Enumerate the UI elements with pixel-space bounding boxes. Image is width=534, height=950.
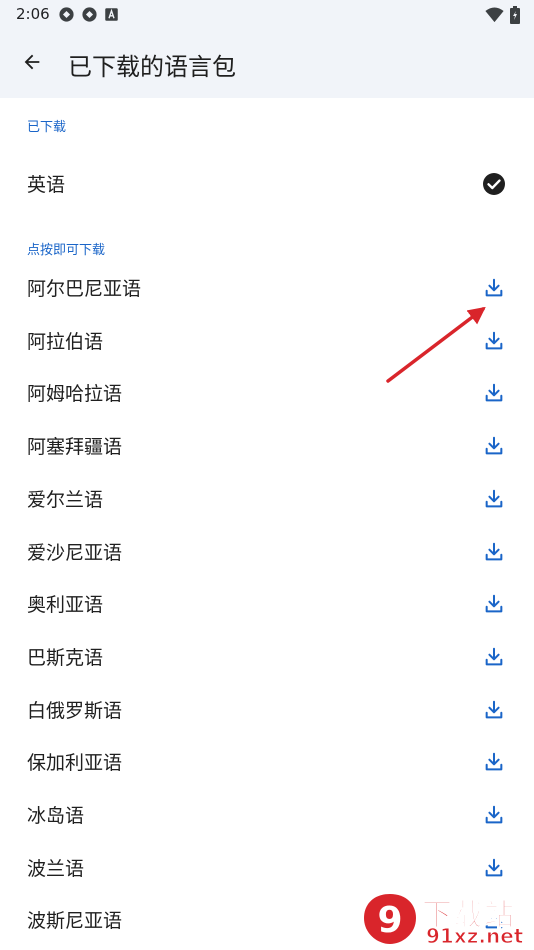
list-item[interactable]: 阿塞拜疆语 [0,420,534,472]
list-item-label: 波斯尼亚语 [27,910,123,933]
top-header: 2:06 已下载的语言包 [0,0,534,98]
section-header-available: 点按即可下载 [27,243,106,258]
list-item-label: 爱尔兰语 [27,488,104,511]
download-icon [485,753,503,771]
arrow-left-icon [24,54,40,70]
watermark-logo-text: 9 [377,900,402,941]
check-circle-icon [483,173,505,195]
download-icon [485,647,503,666]
list-item-label: 波兰语 [27,857,85,880]
list-item-label: 阿塞拜疆语 [27,436,123,459]
download-button[interactable] [480,854,508,882]
list-item[interactable]: 爱尔兰语 [0,473,534,525]
downloaded-indicator [480,170,508,198]
download-button[interactable] [480,432,508,460]
download-button[interactable] [480,643,508,671]
download-icon [485,542,503,560]
download-button[interactable] [480,379,508,407]
text-icon [105,8,118,21]
download-button[interactable] [480,590,508,618]
list-item[interactable]: 冰岛语 [0,789,534,841]
download-icon [485,278,503,297]
download-button[interactable] [480,801,508,829]
app-bar: 已下载的语言包 [0,36,534,88]
download-icon [485,858,503,877]
status-icons-left [58,6,119,23]
list-item[interactable]: 阿尔巴尼亚语 [0,262,534,314]
list-item-label: 奥利亚语 [27,594,104,617]
watermark-logo-icon: 9 [364,894,416,944]
list-item-label: 白俄罗斯语 [27,699,123,722]
list-item-label: 爱沙尼亚语 [27,541,123,564]
download-button[interactable] [480,538,508,566]
list-item[interactable]: 英语 [0,158,534,210]
download-icon [485,805,503,824]
watermark: 9 下载站 91xz.net [358,890,530,949]
sync-icon [59,7,74,22]
status-bar: 2:06 [0,0,534,30]
download-button[interactable] [480,274,508,302]
download-button[interactable] [480,327,508,355]
list-item-label: 英语 [27,174,66,196]
page-title: 已下载的语言包 [68,53,236,81]
list-item[interactable]: 爱沙尼亚语 [0,526,534,578]
download-icon [485,594,503,613]
list-item[interactable]: 阿姆哈拉语 [0,367,534,419]
list-item-label: 冰岛语 [27,805,85,827]
download-button[interactable] [480,696,508,724]
battery-icon [510,6,520,24]
download-icon [485,436,503,455]
sync-icon [82,7,97,22]
download-icon [485,489,503,508]
back-button[interactable] [14,46,50,78]
list-item[interactable]: 白俄罗斯语 [0,684,534,736]
list-item-label: 巴斯克语 [27,646,104,669]
list-item-label: 保加利亚语 [27,752,123,775]
download-icon [485,331,503,350]
download-icon [485,700,503,718]
download-button[interactable] [480,748,508,776]
download-icon [485,384,503,402]
status-time: 2:06 [16,5,50,23]
download-button[interactable] [480,485,508,513]
list-item[interactable]: 保加利亚语 [0,736,534,788]
status-icons-right [485,6,520,24]
list-item[interactable]: 奥利亚语 [0,578,534,630]
section-header-downloaded: 已下载 [27,120,67,135]
list-item-label: 阿拉伯语 [27,330,104,353]
list-item-label: 阿尔巴尼亚语 [27,278,142,300]
list-item[interactable]: 巴斯克语 [0,631,534,683]
list-item-label: 阿姆哈拉语 [27,383,123,406]
watermark-url: 91xz.net [425,924,524,949]
list-item[interactable]: 阿拉伯语 [0,315,534,367]
wifi-icon [485,7,504,23]
list-item[interactable]: 波兰语 [0,842,534,894]
